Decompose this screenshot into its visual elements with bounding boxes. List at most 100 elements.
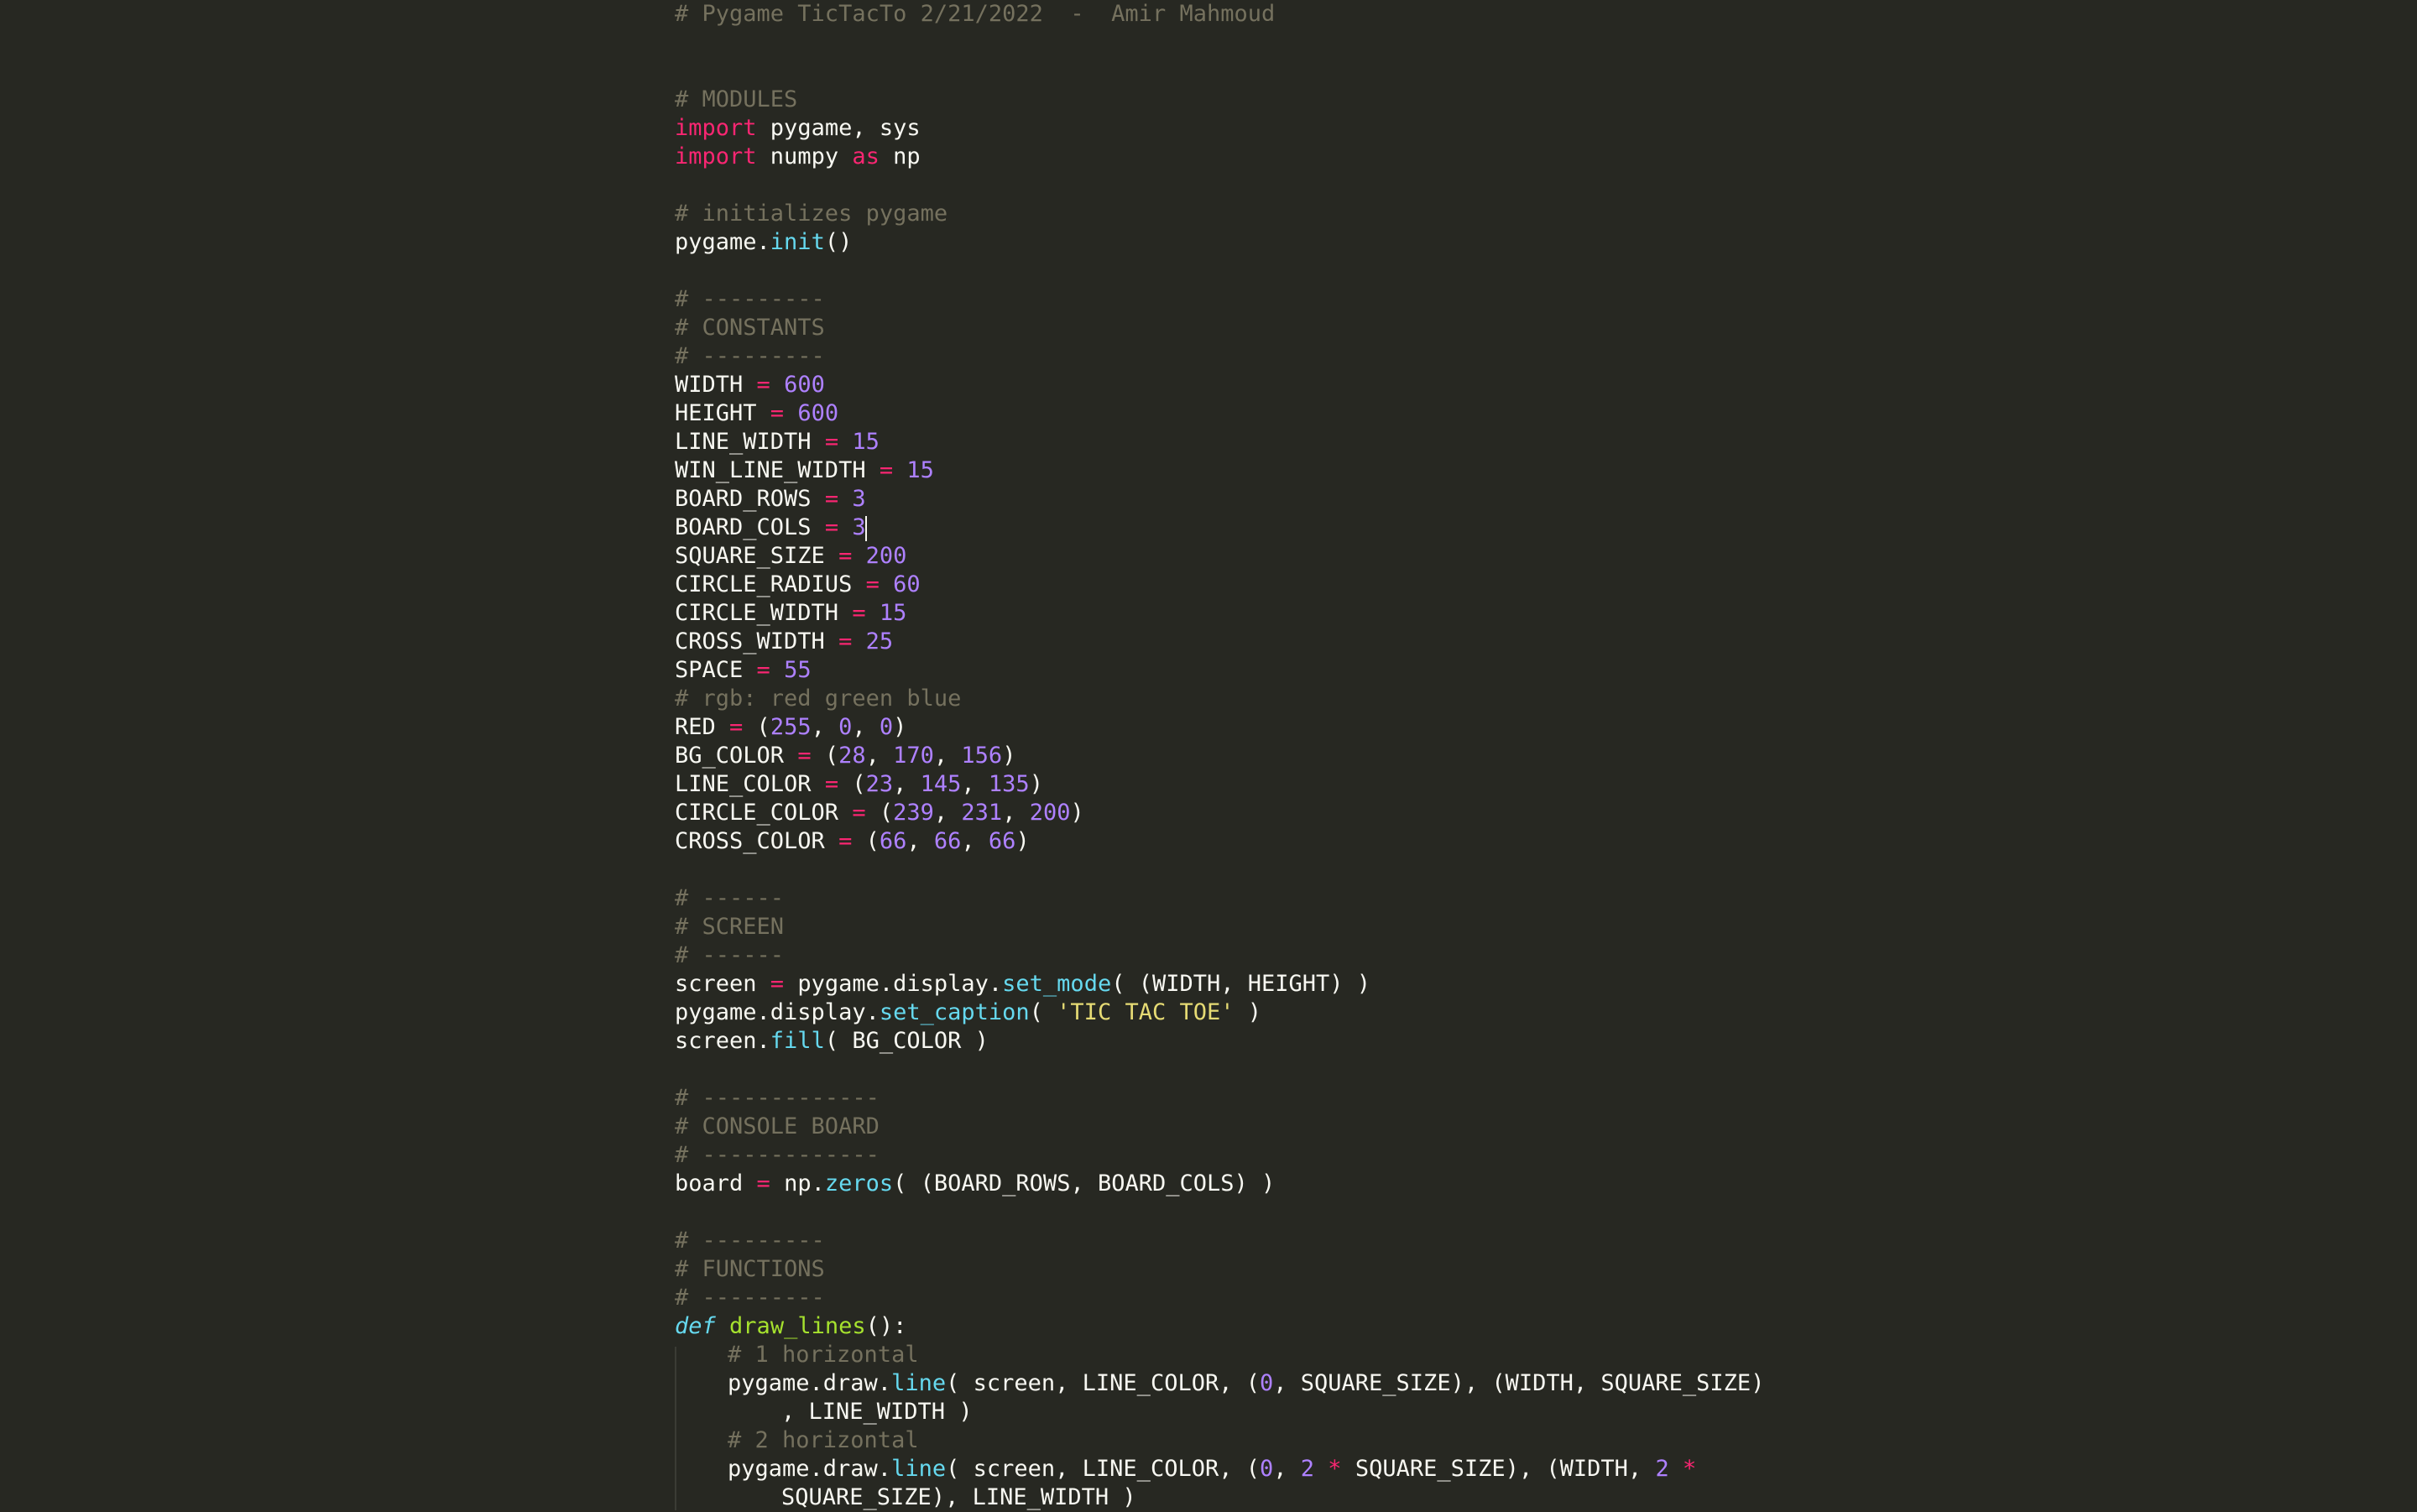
code-line[interactable]: # --------- bbox=[675, 285, 1764, 314]
code-line[interactable]: # CONSOLE BOARD bbox=[675, 1113, 1764, 1141]
code-token: SQUARE_SIZE), LINE_WIDTH ) bbox=[781, 1484, 1136, 1510]
code-line[interactable]: # ------ bbox=[675, 884, 1764, 913]
operator-token: = bbox=[852, 800, 866, 826]
code-token: , bbox=[961, 771, 989, 797]
code-line[interactable] bbox=[675, 57, 1764, 86]
code-line[interactable] bbox=[675, 856, 1764, 884]
code-token: ) bbox=[1234, 999, 1262, 1025]
code-line[interactable]: # ------------- bbox=[675, 1141, 1764, 1170]
code-line[interactable]: CIRCLE_WIDTH = 15 bbox=[675, 599, 1764, 628]
code-token: ( BG_COLOR ) bbox=[824, 1028, 989, 1054]
code-line[interactable]: # rgb: red green blue bbox=[675, 685, 1764, 713]
code-line[interactable]: HEIGHT = 600 bbox=[675, 399, 1764, 428]
operator-token: = bbox=[824, 771, 839, 797]
code-line[interactable]: # 1 horizontal bbox=[675, 1341, 1764, 1369]
code-token: ( bbox=[1029, 999, 1057, 1025]
code-line[interactable]: # SCREEN bbox=[675, 913, 1764, 941]
code-token: BOARD_ROWS bbox=[675, 486, 825, 512]
code-line[interactable]: BOARD_COLS = 3 bbox=[675, 514, 1764, 542]
code-line[interactable]: BG_COLOR = (28, 170, 156) bbox=[675, 742, 1764, 770]
code-token: screen. bbox=[675, 1028, 770, 1054]
code-token: SQUARE_SIZE bbox=[675, 543, 839, 569]
code-line[interactable]: screen = pygame.display.set_mode( (WIDTH… bbox=[675, 970, 1764, 998]
code-token: BOARD_COLS bbox=[675, 514, 825, 540]
code-token: () bbox=[824, 229, 853, 255]
code-line[interactable]: # --------- bbox=[675, 342, 1764, 371]
code-token: pygame, sys bbox=[756, 115, 921, 141]
code-token: , bbox=[933, 743, 962, 769]
code-line[interactable]: import numpy as np bbox=[675, 143, 1764, 171]
code-token: CIRCLE_COLOR bbox=[675, 800, 853, 826]
operator-token: = bbox=[824, 429, 839, 455]
code-token: SPACE bbox=[675, 657, 757, 683]
code-line[interactable]: CROSS_WIDTH = 25 bbox=[675, 628, 1764, 656]
number-token: 2 bbox=[1655, 1456, 1669, 1482]
code-line[interactable]: pygame.draw.line( screen, LINE_COLOR, (0… bbox=[675, 1369, 1764, 1398]
code-line[interactable]: LINE_COLOR = (23, 145, 135) bbox=[675, 770, 1764, 799]
code-line[interactable]: # initializes pygame bbox=[675, 200, 1764, 228]
code-line[interactable]: # FUNCTIONS bbox=[675, 1255, 1764, 1284]
operator-token: = bbox=[852, 600, 866, 626]
code-line[interactable]: SPACE = 55 bbox=[675, 656, 1764, 685]
code-token: , bbox=[865, 743, 894, 769]
number-token: 170 bbox=[893, 743, 934, 769]
comment-token: # --------- bbox=[675, 1285, 825, 1311]
code-line[interactable]: # MODULES bbox=[675, 86, 1764, 114]
code-line[interactable] bbox=[675, 257, 1764, 285]
number-token: 25 bbox=[865, 628, 894, 654]
code-line[interactable]: SQUARE_SIZE = 200 bbox=[675, 542, 1764, 571]
code-line[interactable]: LINE_WIDTH = 15 bbox=[675, 428, 1764, 456]
code-line[interactable] bbox=[675, 29, 1764, 57]
function-name-token: draw_lines bbox=[729, 1313, 866, 1339]
code-line[interactable]: pygame.init() bbox=[675, 228, 1764, 257]
code-line[interactable]: BOARD_ROWS = 3 bbox=[675, 485, 1764, 514]
number-token: 66 bbox=[933, 828, 962, 854]
comment-token: # Pygame TicTacTo 2/21/2022 - Amir Mahmo… bbox=[675, 1, 1276, 27]
number-token: 200 bbox=[865, 543, 907, 569]
code-line[interactable]: board = np.zeros( (BOARD_ROWS, BOARD_COL… bbox=[675, 1170, 1764, 1198]
code-line[interactable]: screen.fill( BG_COLOR ) bbox=[675, 1027, 1764, 1056]
code-token: RED bbox=[675, 714, 730, 740]
code-line[interactable] bbox=[675, 1198, 1764, 1227]
comment-token: # SCREEN bbox=[675, 914, 785, 940]
code-token: pygame.draw. bbox=[728, 1456, 892, 1482]
code-line[interactable]: # Pygame TicTacTo 2/21/2022 - Amir Mahmo… bbox=[675, 0, 1764, 29]
code-line[interactable] bbox=[675, 1056, 1764, 1084]
code-line[interactable]: WIDTH = 600 bbox=[675, 371, 1764, 399]
operator-token: = bbox=[824, 514, 839, 540]
code-line[interactable]: CROSS_COLOR = (66, 66, 66) bbox=[675, 827, 1764, 856]
code-line[interactable]: import pygame, sys bbox=[675, 114, 1764, 143]
code-token: ) bbox=[1002, 743, 1016, 769]
function-token: set_caption bbox=[879, 999, 1030, 1025]
code-text-area[interactable]: # Pygame TicTacTo 2/21/2022 - Amir Mahmo… bbox=[675, 0, 1764, 1512]
code-line[interactable]: CIRCLE_RADIUS = 60 bbox=[675, 571, 1764, 599]
code-line[interactable]: pygame.display.set_caption( 'TIC TAC TOE… bbox=[675, 998, 1764, 1027]
operator-token: = bbox=[838, 628, 853, 654]
code-token: WIN_LINE_WIDTH bbox=[675, 457, 880, 483]
number-token: 60 bbox=[893, 571, 921, 597]
code-line[interactable]: # 2 horizontal bbox=[675, 1426, 1764, 1455]
code-line[interactable] bbox=[675, 171, 1764, 200]
code-line[interactable]: # ------------- bbox=[675, 1084, 1764, 1113]
code-line[interactable]: def draw_lines(): bbox=[675, 1312, 1764, 1341]
code-token: pygame. bbox=[675, 229, 770, 255]
code-line[interactable]: SQUARE_SIZE), LINE_WIDTH ) bbox=[675, 1483, 1764, 1512]
code-line[interactable]: WIN_LINE_WIDTH = 15 bbox=[675, 456, 1764, 485]
operator-token: * bbox=[1682, 1456, 1697, 1482]
code-line[interactable]: pygame.draw.line( screen, LINE_COLOR, (0… bbox=[675, 1455, 1764, 1483]
code-editor[interactable]: # Pygame TicTacTo 2/21/2022 - Amir Mahmo… bbox=[0, 0, 2417, 1510]
code-line[interactable]: # --------- bbox=[675, 1284, 1764, 1312]
code-line[interactable]: CIRCLE_COLOR = (239, 231, 200) bbox=[675, 799, 1764, 827]
comment-token: # ------------- bbox=[675, 1085, 880, 1111]
code-line[interactable]: , LINE_WIDTH ) bbox=[675, 1398, 1764, 1426]
number-token: 23 bbox=[865, 771, 894, 797]
code-line[interactable]: # ------ bbox=[675, 941, 1764, 970]
code-line[interactable]: # --------- bbox=[675, 1227, 1764, 1255]
code-line[interactable]: RED = (255, 0, 0) bbox=[675, 713, 1764, 742]
code-token: ( (WIDTH, HEIGHT) ) bbox=[1111, 971, 1371, 997]
code-line[interactable]: # CONSTANTS bbox=[675, 314, 1764, 342]
